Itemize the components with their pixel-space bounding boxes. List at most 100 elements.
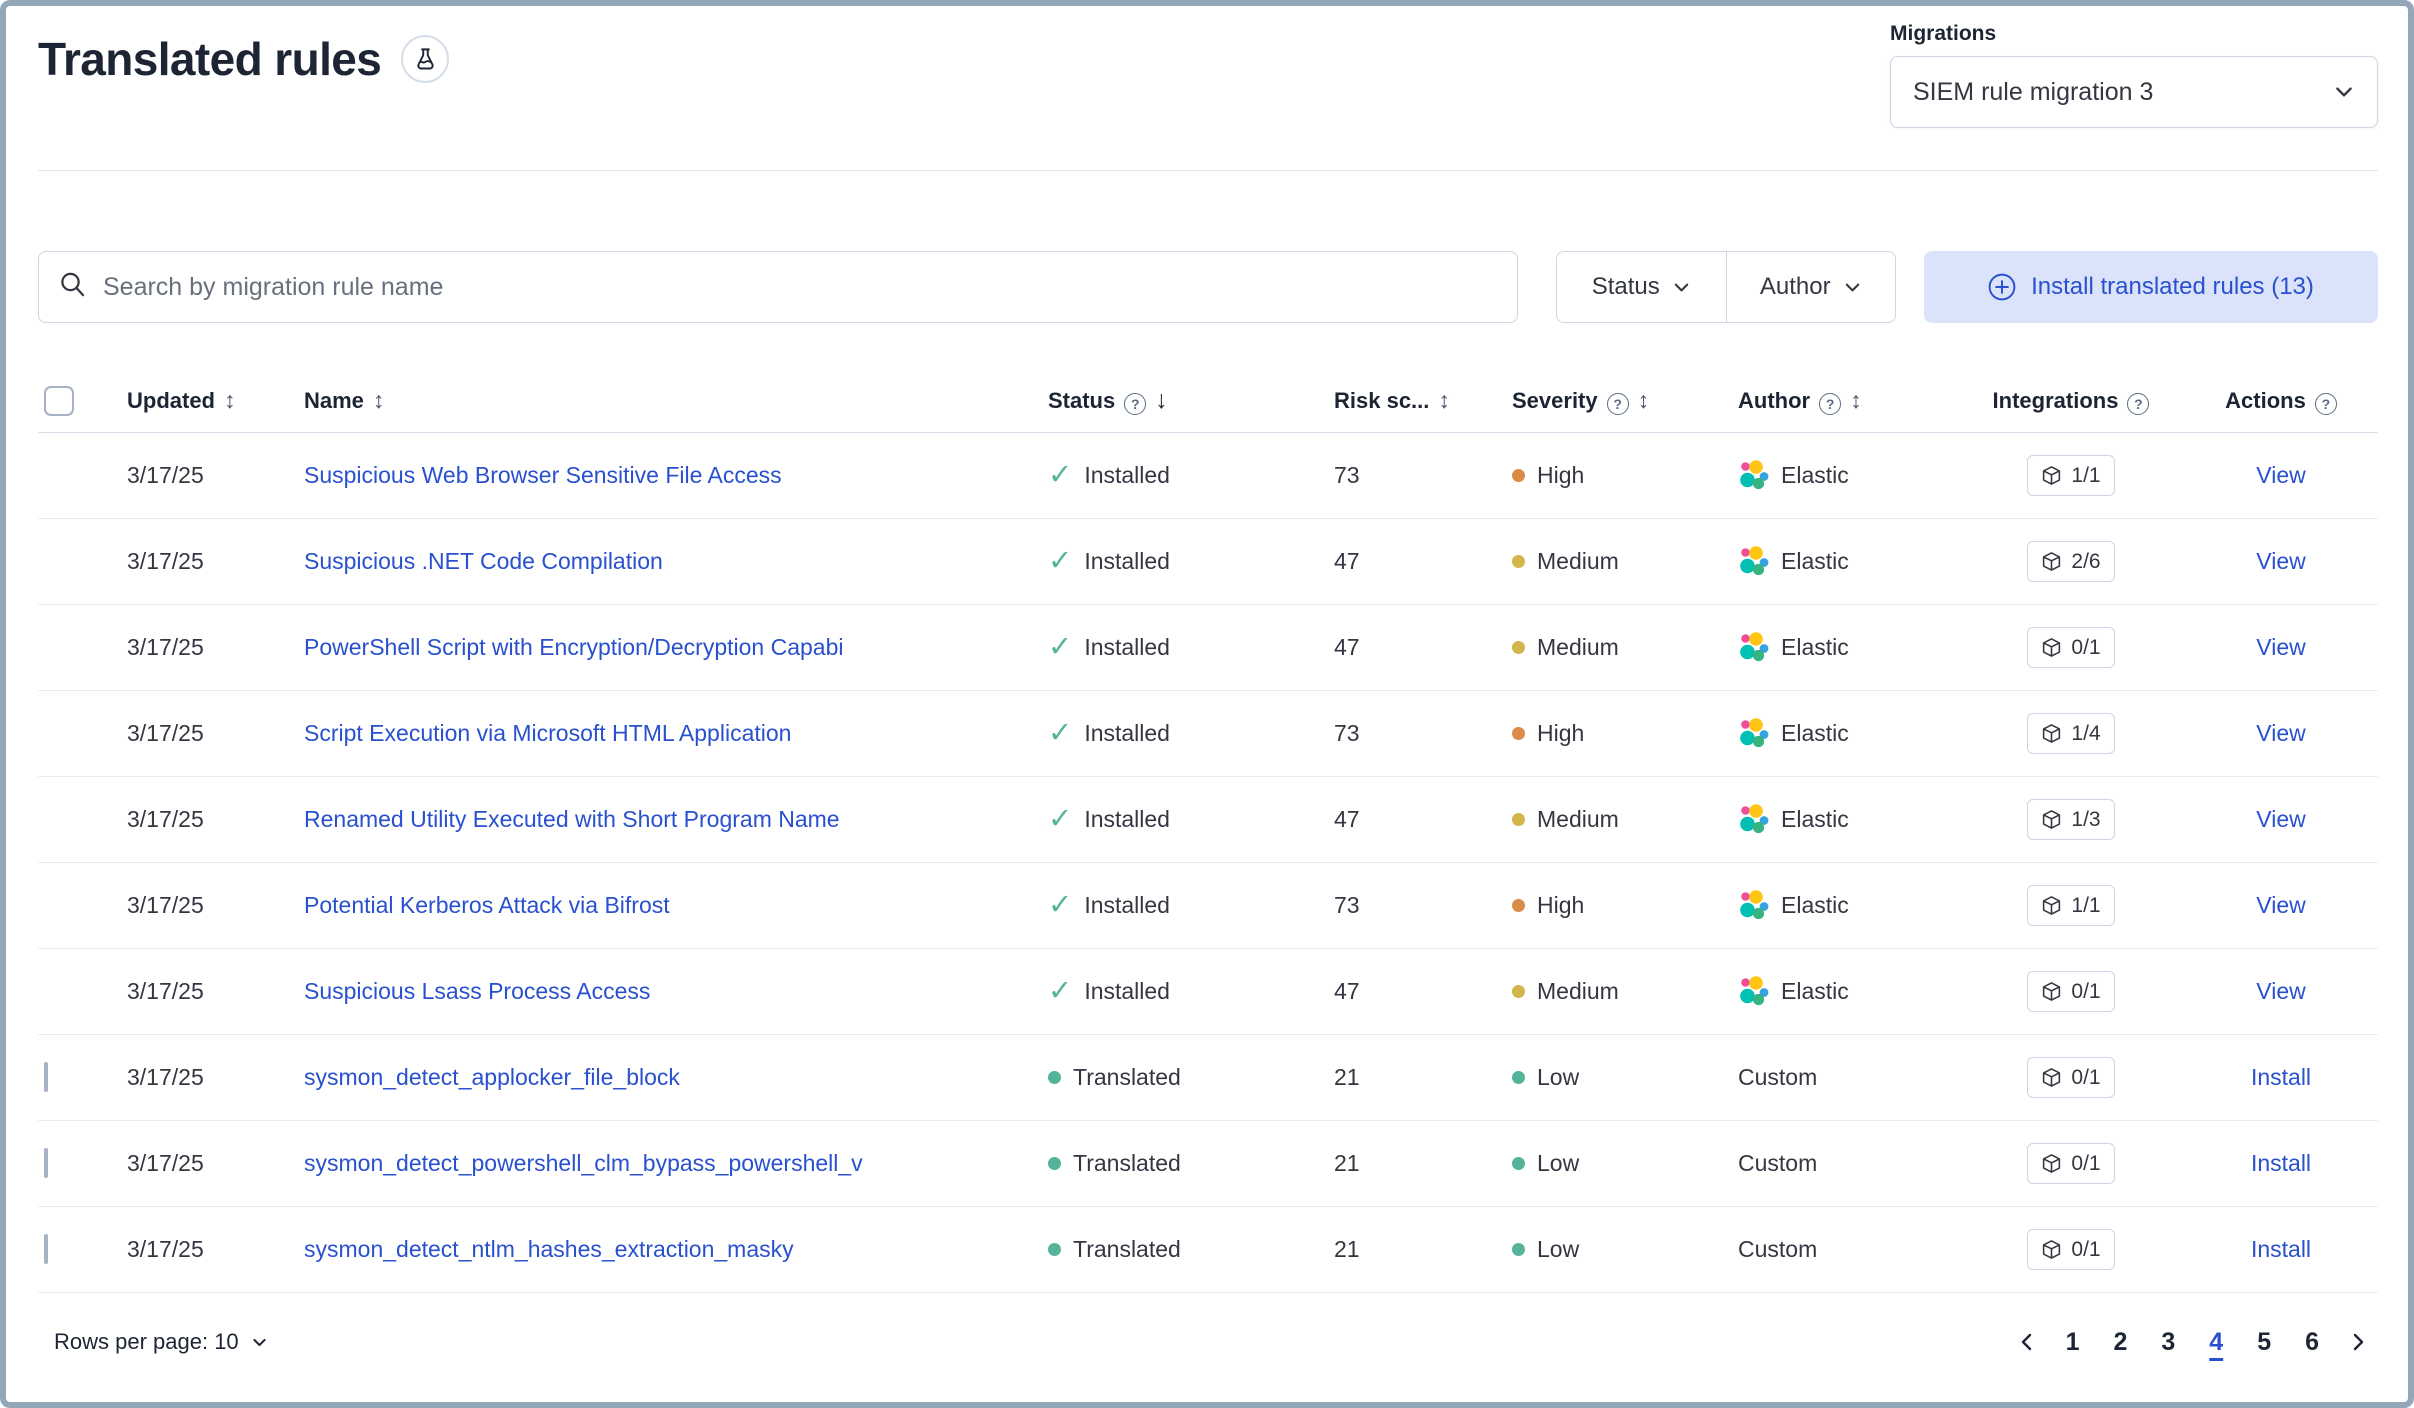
- install-translated-rules-button[interactable]: Install translated rules (13): [1924, 251, 2378, 323]
- integrations-count: 1/4: [2071, 722, 2100, 746]
- page-number-2[interactable]: 2: [2102, 1324, 2138, 1361]
- rule-name-link[interactable]: Potential Kerberos Attack via Bifrost: [304, 892, 670, 918]
- cube-icon: [2041, 809, 2062, 830]
- action-link[interactable]: View: [2256, 720, 2305, 747]
- action-link[interactable]: Install: [2251, 1064, 2311, 1091]
- elastic-logo-icon: [1738, 718, 1769, 749]
- cube-icon: [2041, 1067, 2062, 1088]
- action-link[interactable]: View: [2256, 634, 2305, 661]
- column-header-updated[interactable]: Updated ↕: [120, 388, 300, 414]
- translated-rules-table: Updated ↕ Name ↕ Status ? ↓ Risk sc... ↕…: [38, 369, 2378, 1293]
- up-down-arrows-icon: ↕: [1438, 389, 1450, 412]
- column-header-integrations: Integrations ?: [1958, 387, 2184, 415]
- select-all-checkbox[interactable]: [44, 386, 74, 416]
- migrations-selected-value: SIEM rule migration 3: [1913, 78, 2153, 107]
- author-filter-button[interactable]: Author: [1726, 252, 1896, 322]
- integrations-count: 1/1: [2071, 894, 2100, 918]
- page-number-6[interactable]: 6: [2294, 1324, 2330, 1361]
- status-filter-button[interactable]: Status: [1557, 252, 1726, 322]
- column-header-name[interactable]: Name ↕: [300, 388, 1048, 414]
- integrations-count: 0/1: [2071, 1066, 2100, 1090]
- action-link[interactable]: View: [2256, 548, 2305, 575]
- cube-icon: [2041, 465, 2062, 486]
- cube-icon: [2041, 637, 2062, 658]
- action-link[interactable]: View: [2256, 462, 2305, 489]
- updated-cell: 3/17/25: [120, 1236, 300, 1263]
- elastic-logo-icon: [1738, 460, 1769, 491]
- page-number-3[interactable]: 3: [2150, 1324, 2186, 1361]
- previous-page-button[interactable]: [2011, 1326, 2043, 1358]
- row-checkbox[interactable]: [44, 1148, 48, 1178]
- risk-score-cell: 21: [1316, 1064, 1498, 1091]
- severity-label: Low: [1537, 1236, 1579, 1263]
- integrations-badge[interactable]: 0/1: [2027, 1057, 2114, 1098]
- rule-name-link[interactable]: sysmon_detect_applocker_file_block: [304, 1064, 680, 1090]
- row-checkbox[interactable]: [44, 1234, 48, 1264]
- table-row: 3/17/25 sysmon_detect_powershell_clm_byp…: [38, 1121, 2378, 1207]
- updated-cell: 3/17/25: [120, 978, 300, 1005]
- rule-name-link[interactable]: Suspicious Lsass Process Access: [304, 978, 650, 1004]
- status-label: Installed: [1084, 462, 1170, 489]
- chevron-left-icon: [2015, 1330, 2039, 1354]
- column-header-risk-score[interactable]: Risk sc... ↕: [1316, 388, 1498, 414]
- rule-name-link[interactable]: Suspicious .NET Code Compilation: [304, 548, 663, 574]
- rule-name-link[interactable]: PowerShell Script with Encryption/Decryp…: [304, 634, 843, 660]
- action-link[interactable]: View: [2256, 806, 2305, 833]
- integrations-badge[interactable]: 0/1: [2027, 1229, 2114, 1270]
- severity-dot: [1512, 1243, 1525, 1256]
- integrations-badge[interactable]: 0/1: [2027, 627, 2114, 668]
- chevron-down-icon: [251, 1334, 268, 1351]
- action-link[interactable]: View: [2256, 978, 2305, 1005]
- next-page-button[interactable]: [2342, 1326, 2374, 1358]
- migrations-select[interactable]: SIEM rule migration 3: [1890, 56, 2378, 128]
- action-link[interactable]: View: [2256, 892, 2305, 919]
- severity-dot: [1512, 1071, 1525, 1084]
- column-header-author[interactable]: Author ? ↕: [1724, 387, 1958, 415]
- severity-dot: [1512, 469, 1525, 482]
- risk-score-cell: 47: [1316, 806, 1498, 833]
- row-checkbox[interactable]: [44, 1062, 48, 1092]
- updated-cell: 3/17/25: [120, 806, 300, 833]
- pagination: 123456: [2011, 1324, 2374, 1361]
- question-in-circle-icon: ?: [2315, 393, 2337, 415]
- updated-cell: 3/17/25: [120, 720, 300, 747]
- action-link[interactable]: Install: [2251, 1236, 2311, 1263]
- search-input[interactable]: [38, 251, 1518, 323]
- integrations-badge[interactable]: 1/1: [2027, 885, 2114, 926]
- integrations-badge[interactable]: 1/1: [2027, 455, 2114, 496]
- page-number-5[interactable]: 5: [2246, 1324, 2282, 1361]
- up-down-arrows-icon: ↕: [1850, 389, 1862, 412]
- header-divider: [38, 170, 2378, 171]
- integrations-badge[interactable]: 1/4: [2027, 713, 2114, 754]
- severity-label: High: [1537, 892, 1584, 919]
- author-label: Elastic: [1781, 978, 1849, 1005]
- integrations-badge[interactable]: 0/1: [2027, 971, 2114, 1012]
- integrations-badge[interactable]: 2/6: [2027, 541, 2114, 582]
- risk-score-cell: 21: [1316, 1150, 1498, 1177]
- check-icon: ✓: [1048, 891, 1072, 920]
- risk-score-cell: 47: [1316, 548, 1498, 575]
- up-down-arrows-icon: ↕: [1638, 389, 1650, 412]
- page-number-4[interactable]: 4: [2198, 1324, 2234, 1361]
- column-header-status[interactable]: Status ? ↓: [1048, 387, 1316, 415]
- rule-name-link[interactable]: Suspicious Web Browser Sensitive File Ac…: [304, 462, 782, 488]
- table-row: 3/17/25 Suspicious Lsass Process Access …: [38, 949, 2378, 1035]
- rule-name-link[interactable]: sysmon_detect_powershell_clm_bypass_powe…: [304, 1150, 863, 1176]
- rule-name-link[interactable]: sysmon_detect_ntlm_hashes_extraction_mas…: [304, 1236, 794, 1262]
- action-link[interactable]: Install: [2251, 1150, 2311, 1177]
- page-title: Translated rules: [38, 32, 381, 86]
- status-label: Installed: [1084, 634, 1170, 661]
- severity-label: High: [1537, 720, 1584, 747]
- integrations-badge[interactable]: 1/3: [2027, 799, 2114, 840]
- dot-icon: [1048, 1071, 1061, 1084]
- integrations-badge[interactable]: 0/1: [2027, 1143, 2114, 1184]
- column-header-severity[interactable]: Severity ? ↕: [1498, 387, 1724, 415]
- rule-name-link[interactable]: Renamed Utility Executed with Short Prog…: [304, 806, 840, 832]
- rule-name-link[interactable]: Script Execution via Microsoft HTML Appl…: [304, 720, 791, 746]
- page-number-1[interactable]: 1: [2055, 1324, 2091, 1361]
- author-label: Custom: [1738, 1064, 1817, 1091]
- author-label: Custom: [1738, 1150, 1817, 1177]
- table-row: 3/17/25 PowerShell Script with Encryptio…: [38, 605, 2378, 691]
- rows-per-page-control[interactable]: Rows per page: 10: [54, 1329, 268, 1355]
- integrations-count: 0/1: [2071, 636, 2100, 660]
